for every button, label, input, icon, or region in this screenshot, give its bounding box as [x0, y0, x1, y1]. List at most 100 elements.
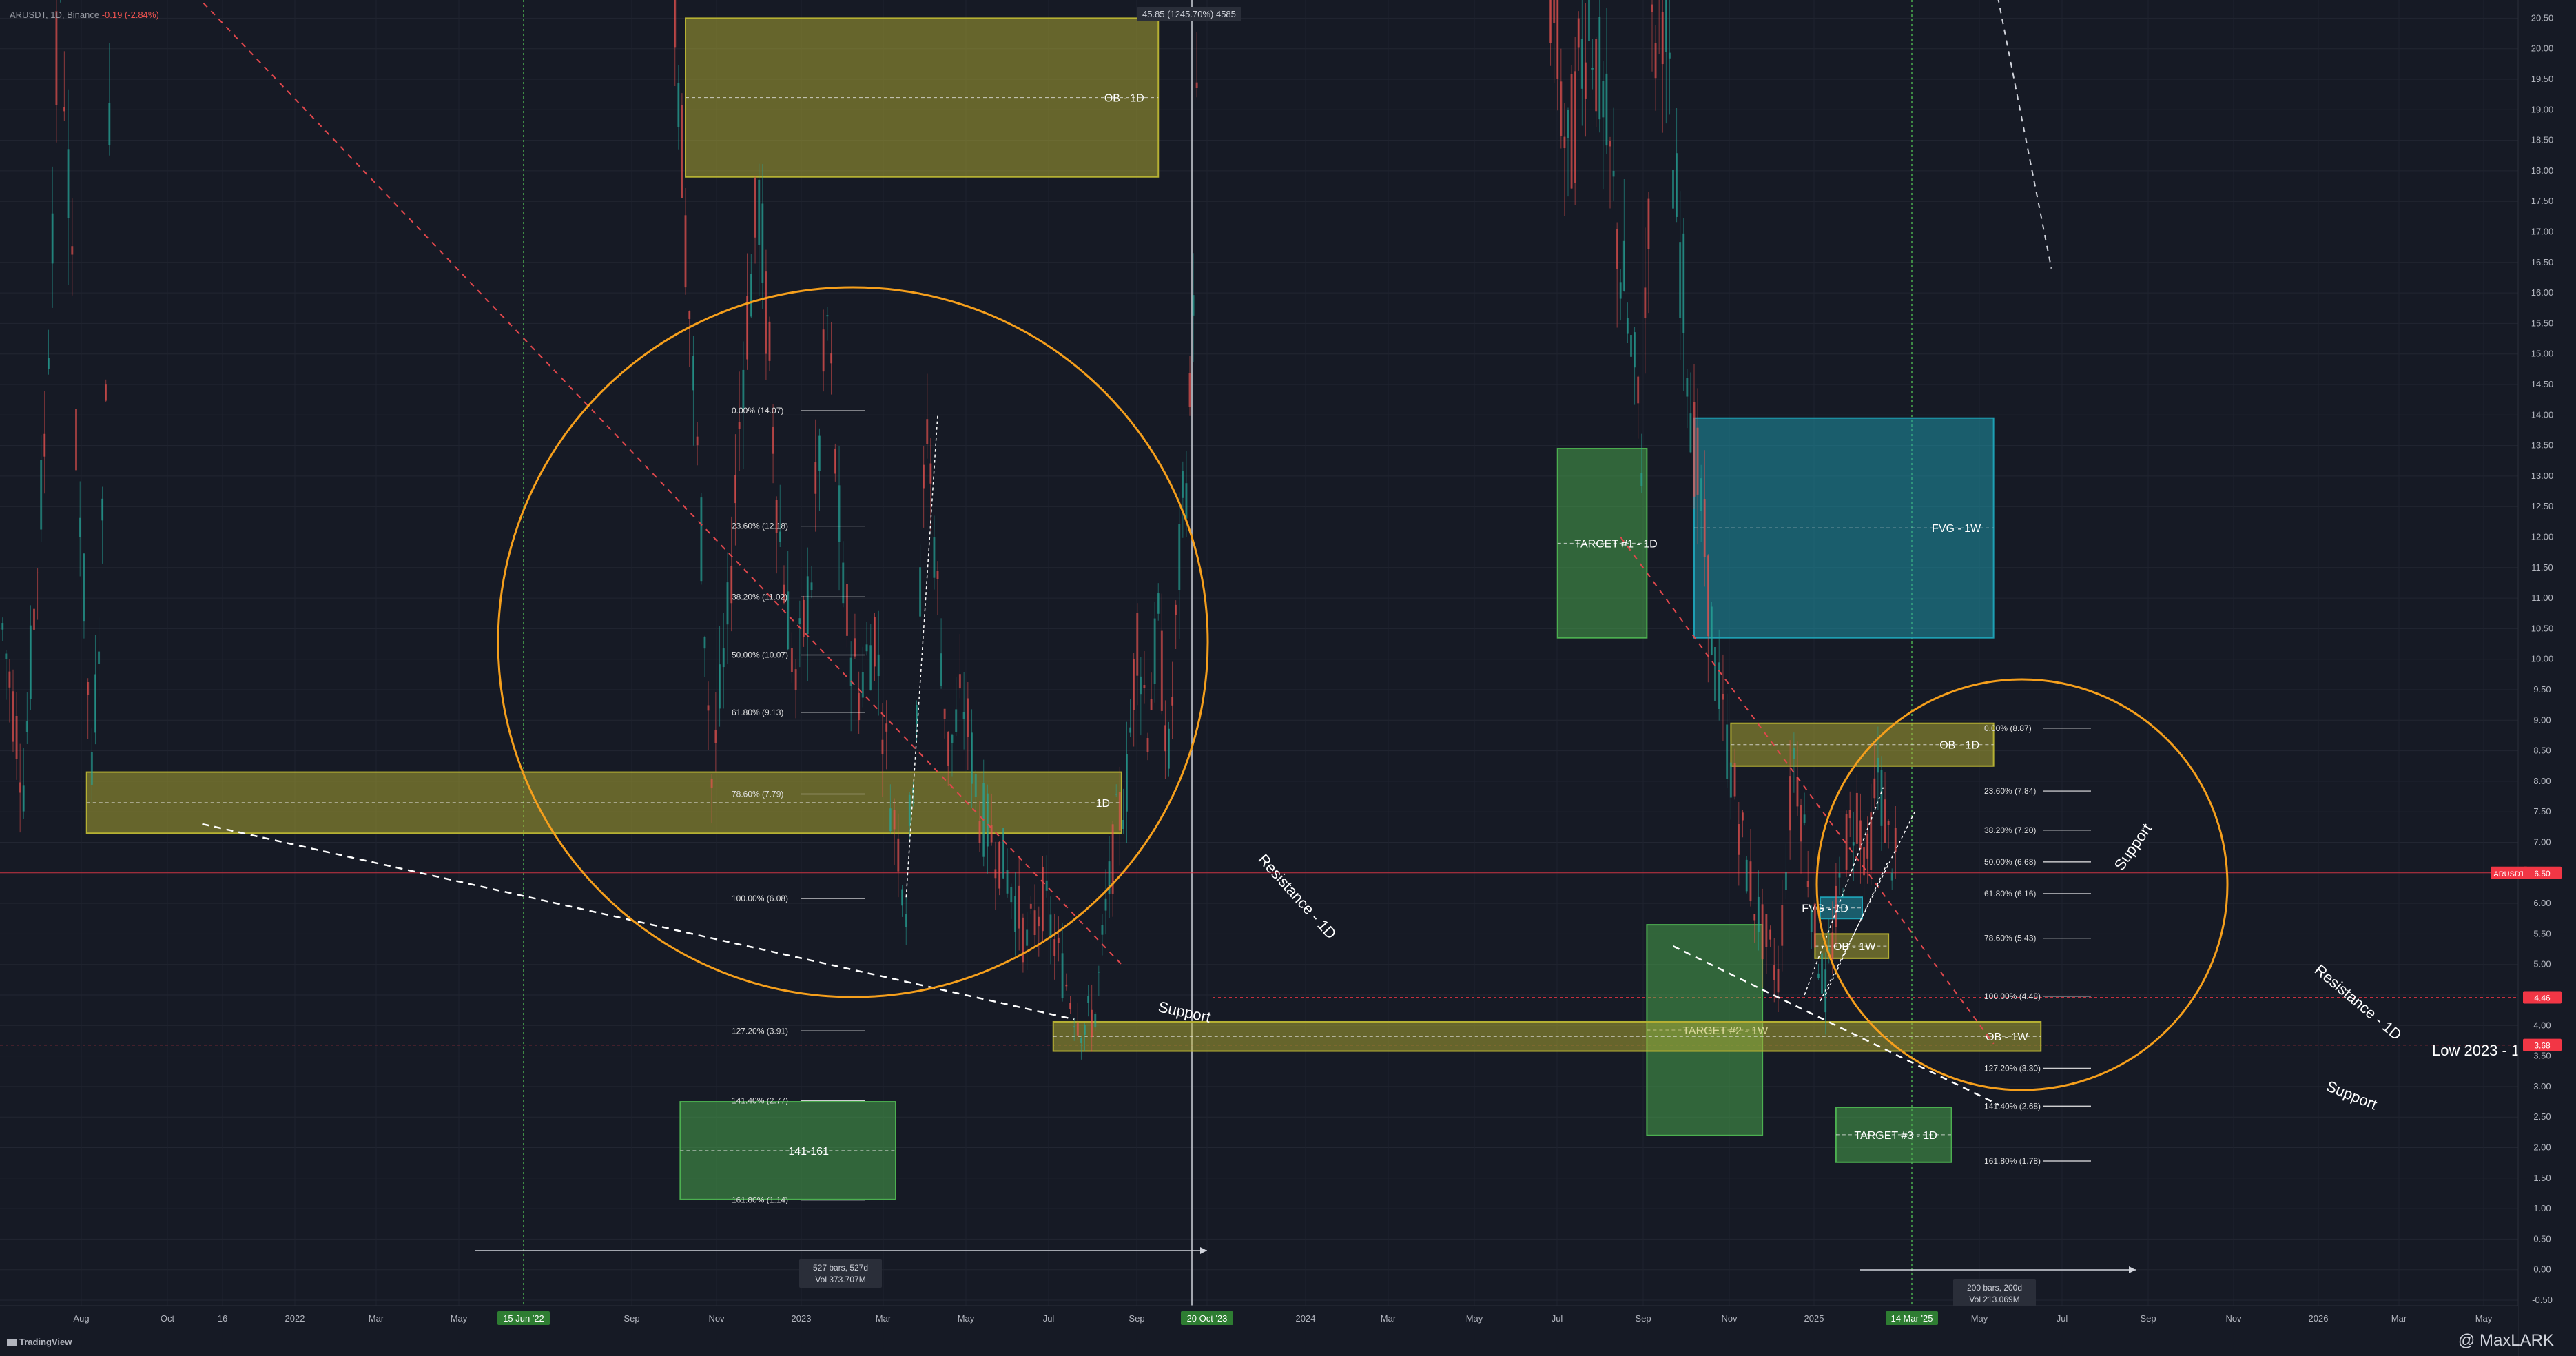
candle-body — [1894, 828, 1897, 852]
candle-body — [105, 384, 107, 401]
fib-level-label: 0.00% (8.87) — [1984, 723, 2032, 733]
price-tick-label: 19.50 — [2531, 74, 2554, 84]
chart-stage[interactable]: OB - 1D 1D TARGET #1 - 1D FVG - 1W OB - 1D FV… — [0, 0, 2576, 1356]
date-tag-label: 15 Jun '22 — [503, 1313, 544, 1324]
candle-body — [1679, 242, 1682, 318]
candle-body — [901, 889, 904, 906]
price-tick-label: 16.50 — [2531, 257, 2554, 267]
candle-body — [43, 433, 46, 457]
time-tick-label: May — [1466, 1313, 1483, 1324]
candle-body — [905, 914, 907, 927]
time-axis[interactable]: Aug Oct 16 2022 Mar May 15 Jun '22 Sep Nov 2023 Ma… — [0, 1305, 2518, 1356]
highlight-circle[interactable] — [497, 286, 1209, 998]
price-tag-value: 4.46 — [2534, 994, 2551, 1003]
support-line[interactable] — [202, 823, 1075, 1020]
candle-body — [67, 149, 70, 218]
price-tick-label: 14.50 — [2531, 379, 2554, 389]
tradingview-logo[interactable]: TradingView — [7, 1337, 72, 1347]
time-tick-label: 2025 — [1804, 1313, 1824, 1324]
candle-body — [1738, 824, 1740, 855]
price-tick-label: 6.00 — [2533, 898, 2551, 908]
candle-body — [1084, 1025, 1086, 1036]
candle-body — [923, 464, 925, 489]
candle-body — [83, 553, 85, 622]
zone-label: OB - 1D — [1104, 93, 1144, 105]
candle-body — [1769, 929, 1772, 940]
candle-body — [51, 213, 54, 264]
price-tick-label: 15.50 — [2531, 318, 2554, 328]
price-tick-label: 13.50 — [2531, 440, 2554, 451]
fib-level-label: 38.20% (11.02) — [732, 592, 787, 602]
price-tick-label: 20.00 — [2531, 43, 2554, 54]
candle-body — [1703, 499, 1706, 557]
candle-body — [1644, 287, 1647, 319]
time-tick-label: May — [958, 1313, 975, 1324]
candle-body — [978, 821, 981, 843]
candle-body — [1061, 953, 1064, 998]
time-tick-label: May — [451, 1313, 468, 1324]
time-tick-label: May — [1971, 1313, 1988, 1324]
price-tick-label: 3.00 — [2533, 1081, 2551, 1091]
candle-body — [1700, 478, 1702, 511]
zone-label: OB - 1W — [1833, 941, 1876, 953]
candle-body — [1637, 376, 1640, 404]
price-axis[interactable]: 21.0020.5020.0019.5019.0018.5018.0017.50… — [2491, 0, 2576, 1356]
candle-body — [1150, 699, 1153, 710]
candle-body — [33, 608, 35, 630]
resistance-label: Resistance - 1D — [1255, 851, 1339, 943]
candle-body — [919, 567, 922, 617]
candle-body — [943, 708, 946, 719]
fib-level-label: 161.80% (1.78) — [1984, 1156, 2041, 1166]
fib-level-label: 38.20% (7.20) — [1984, 825, 2036, 835]
price-tick-label: 18.00 — [2531, 165, 2554, 176]
candle-body — [1884, 799, 1886, 843]
candle-body — [967, 698, 969, 737]
candle-body — [1784, 872, 1787, 890]
candle-body — [955, 709, 958, 732]
grid — [0, 0, 2518, 1306]
candle-body — [1057, 937, 1060, 943]
candle-body — [1140, 676, 1142, 695]
candle-body — [1866, 833, 1869, 859]
zones[interactable]: OB - 1D 1D TARGET #1 - 1D FVG - 1W OB - 1D FV… — [85, 17, 2042, 1200]
price-tick-label: 2.00 — [2533, 1142, 2551, 1153]
candle-body — [1104, 898, 1107, 911]
time-tick-label: Aug — [73, 1313, 89, 1324]
candle-body — [1890, 872, 1893, 881]
candle-body — [1, 623, 4, 630]
measure-line2: Vol 213.069M — [1969, 1295, 2019, 1304]
candle-body — [1164, 725, 1166, 752]
candle-body — [1076, 1022, 1079, 1036]
candle-body — [1195, 82, 1198, 88]
candle-body — [1101, 925, 1104, 935]
candle-body — [1745, 859, 1748, 892]
measure-arrowhead — [2129, 1266, 2136, 1273]
candle-body — [684, 215, 687, 288]
candle-body — [765, 271, 767, 354]
candle-body — [810, 582, 813, 590]
candle-body — [1622, 240, 1625, 291]
candle-body — [1053, 939, 1056, 956]
price-chart[interactable]: OB - 1D 1D TARGET #1 - 1D FVG - 1W OB - 1D FV… — [0, 0, 2576, 1356]
candle-body — [1153, 618, 1156, 684]
candle-body — [1729, 762, 1732, 798]
symbol-title: ARUSDT, 1D, Binance — [10, 10, 100, 20]
time-tick-label: Sep — [2140, 1313, 2156, 1324]
candle-body — [1761, 904, 1764, 960]
candle-body — [87, 681, 90, 695]
candle-body — [933, 537, 936, 578]
time-tick-label: Mar — [369, 1313, 384, 1324]
zone-label: FVG - 1W — [1932, 523, 1981, 535]
candle-body — [1848, 810, 1851, 819]
candle-body — [1002, 828, 1004, 879]
candle-body — [98, 651, 101, 664]
price-tick-label: 11.50 — [2531, 562, 2553, 573]
candle-body — [1069, 1003, 1072, 1009]
candle-body — [1146, 737, 1149, 752]
support-line[interactable] — [1824, 860, 1889, 996]
candle-body — [1185, 483, 1188, 519]
candle-body — [1091, 1009, 1093, 1038]
candle-body — [677, 83, 680, 127]
trend-line[interactable] — [1994, 0, 2052, 269]
candle-body — [1686, 378, 1689, 397]
